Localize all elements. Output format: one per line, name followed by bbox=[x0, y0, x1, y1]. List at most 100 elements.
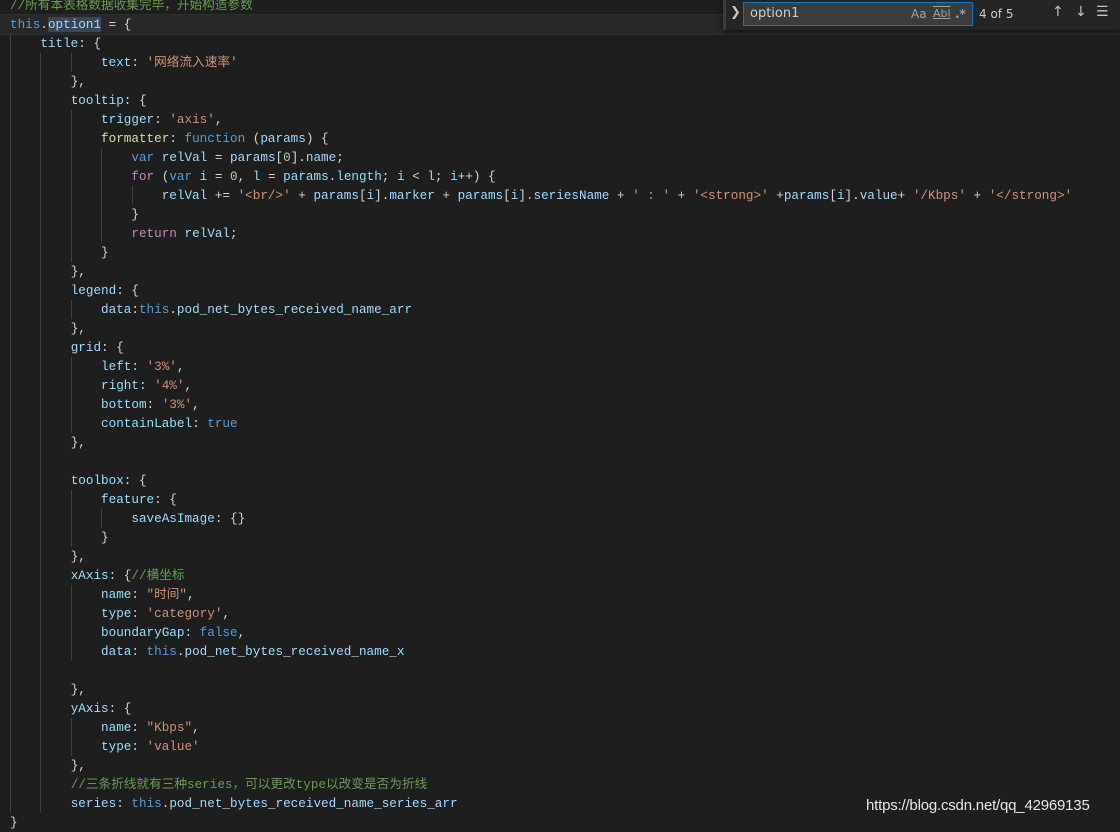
code-line[interactable]: text: '网络流入速率' bbox=[0, 53, 1120, 72]
code-line[interactable]: saveAsImage: {} bbox=[0, 509, 1120, 528]
string-literal: '3%' bbox=[146, 359, 177, 374]
code-line[interactable]: for (var i = 0, l = params.length; i < l… bbox=[0, 167, 1120, 186]
code-line[interactable]: data: this.pod_net_bytes_received_name_x bbox=[0, 642, 1120, 661]
indent-guide bbox=[40, 129, 42, 148]
code-line[interactable]: legend: { bbox=[0, 281, 1120, 300]
indent-guide bbox=[10, 91, 11, 110]
code-line[interactable]: } bbox=[0, 813, 1120, 832]
indent-guide bbox=[40, 775, 42, 794]
find-input-box[interactable]: Aa Abl .* bbox=[743, 2, 973, 26]
code-line[interactable]: name: "时间", bbox=[0, 585, 1120, 604]
code-line[interactable]: } bbox=[0, 205, 1120, 224]
code-line[interactable]: tooltip: { bbox=[0, 91, 1120, 110]
code-line[interactable]: } bbox=[0, 528, 1120, 547]
indent-guide bbox=[10, 452, 11, 471]
code-line[interactable]: toolbox: { bbox=[0, 471, 1120, 490]
punctuation: : bbox=[131, 606, 147, 621]
indent-guide bbox=[40, 680, 42, 699]
indent-guide bbox=[40, 148, 42, 167]
identifier: l bbox=[427, 169, 435, 184]
code-line[interactable]: }, bbox=[0, 319, 1120, 338]
punctuation: : { bbox=[154, 492, 177, 507]
identifier: right bbox=[101, 378, 139, 393]
punctuation: + bbox=[434, 188, 458, 203]
identifier: tooltip bbox=[70, 93, 124, 108]
indent-guide bbox=[40, 471, 42, 490]
code-line[interactable]: var relVal = params[0].name; bbox=[0, 148, 1120, 167]
code-line[interactable]: type: 'category', bbox=[0, 604, 1120, 623]
code-line[interactable]: bottom: '3%', bbox=[0, 395, 1120, 414]
code-line[interactable]: title: { bbox=[0, 34, 1120, 53]
code-line[interactable]: containLabel: true bbox=[0, 414, 1120, 433]
code-line[interactable]: type: 'value' bbox=[0, 737, 1120, 756]
punctuation: : bbox=[146, 397, 162, 412]
keyword: this bbox=[131, 796, 162, 811]
code-line[interactable]: relVal += '<br/>' + params[i].marker + p… bbox=[0, 186, 1120, 205]
code-editor[interactable]: //所有本表格数据收集完毕，开始构造参数 this.option1 = { tit… bbox=[0, 0, 1120, 832]
find-widget-resize-handle[interactable] bbox=[723, 0, 726, 30]
identifier: marker bbox=[389, 188, 435, 203]
identifier: relVal bbox=[161, 150, 208, 165]
indent-guide bbox=[40, 167, 42, 186]
code-line[interactable]: formatter: function (params) { bbox=[0, 129, 1120, 148]
punctuation: , bbox=[176, 359, 185, 374]
code-line[interactable]: yAxis: { bbox=[0, 699, 1120, 718]
code-line[interactable]: trigger: 'axis', bbox=[0, 110, 1120, 129]
indent-guide bbox=[10, 376, 11, 395]
indent-guide bbox=[40, 91, 42, 110]
punctuation: [ bbox=[829, 188, 837, 203]
code-line[interactable]: }, bbox=[0, 262, 1120, 281]
watermark: https://blog.csdn.net/qq_42969135 bbox=[866, 797, 1090, 814]
previous-match-arrow-up-icon[interactable]: ↑ bbox=[1052, 4, 1064, 20]
next-match-arrow-down-icon[interactable]: ↓ bbox=[1075, 4, 1087, 20]
punctuation: = bbox=[207, 169, 231, 184]
code-line[interactable]: grid: { bbox=[0, 338, 1120, 357]
indent-guide bbox=[70, 148, 72, 167]
code-line[interactable]: return relVal; bbox=[0, 224, 1120, 243]
indent-guide bbox=[10, 167, 11, 186]
code-line[interactable]: } bbox=[0, 243, 1120, 262]
code-line[interactable] bbox=[0, 452, 1120, 471]
punctuation: : bbox=[131, 739, 147, 754]
match-whole-word-icon[interactable]: Abl bbox=[933, 7, 951, 20]
identifier: boundaryGap bbox=[101, 625, 185, 640]
punctuation: : bbox=[131, 720, 147, 735]
punctuation: = bbox=[260, 169, 284, 184]
indent-guide bbox=[101, 509, 103, 528]
code-line[interactable]: boundaryGap: false, bbox=[0, 623, 1120, 642]
match-case-icon[interactable]: Aa bbox=[911, 7, 927, 21]
punctuation: += bbox=[207, 188, 238, 203]
code-line[interactable]: }, bbox=[0, 680, 1120, 699]
code-line[interactable]: }, bbox=[0, 72, 1120, 91]
indent-guide bbox=[10, 794, 11, 813]
find-input[interactable] bbox=[748, 5, 912, 22]
identifier: i bbox=[450, 169, 458, 184]
code-line[interactable]: }, bbox=[0, 756, 1120, 775]
keyword: var bbox=[169, 169, 193, 184]
indentation bbox=[10, 492, 101, 507]
toggle-replace-chevron-icon[interactable]: ❯ bbox=[730, 5, 741, 20]
code-line[interactable]: right: '4%', bbox=[0, 376, 1120, 395]
identifier: data bbox=[101, 302, 132, 317]
punctuation: }, bbox=[70, 682, 86, 697]
code-line[interactable]: name: "Kbps", bbox=[0, 718, 1120, 737]
code-line[interactable] bbox=[0, 661, 1120, 680]
code-line[interactable]: xAxis: {//横坐标 bbox=[0, 566, 1120, 585]
use-regex-icon[interactable]: .* bbox=[955, 7, 966, 21]
identifier: i bbox=[836, 188, 845, 203]
find-in-selection-icon[interactable]: ☰ bbox=[1096, 4, 1109, 20]
identifier: title bbox=[40, 36, 79, 51]
punctuation: }, bbox=[70, 549, 86, 564]
punctuation: ( bbox=[245, 131, 261, 146]
code-line[interactable]: }, bbox=[0, 433, 1120, 452]
identifier: params bbox=[230, 150, 276, 165]
indentation bbox=[10, 55, 101, 70]
code-line[interactable]: feature: { bbox=[0, 490, 1120, 509]
code-line[interactable]: }, bbox=[0, 547, 1120, 566]
code-line[interactable]: data:this.pod_net_bytes_received_name_ar… bbox=[0, 300, 1120, 319]
punctuation: , bbox=[214, 112, 223, 127]
identifier: bottom bbox=[101, 397, 147, 412]
code-line[interactable]: //三条折线就有三种series，可以更改type以改变是否为折线 bbox=[0, 775, 1120, 794]
indent-guide bbox=[40, 433, 42, 452]
code-line[interactable]: left: '3%', bbox=[0, 357, 1120, 376]
